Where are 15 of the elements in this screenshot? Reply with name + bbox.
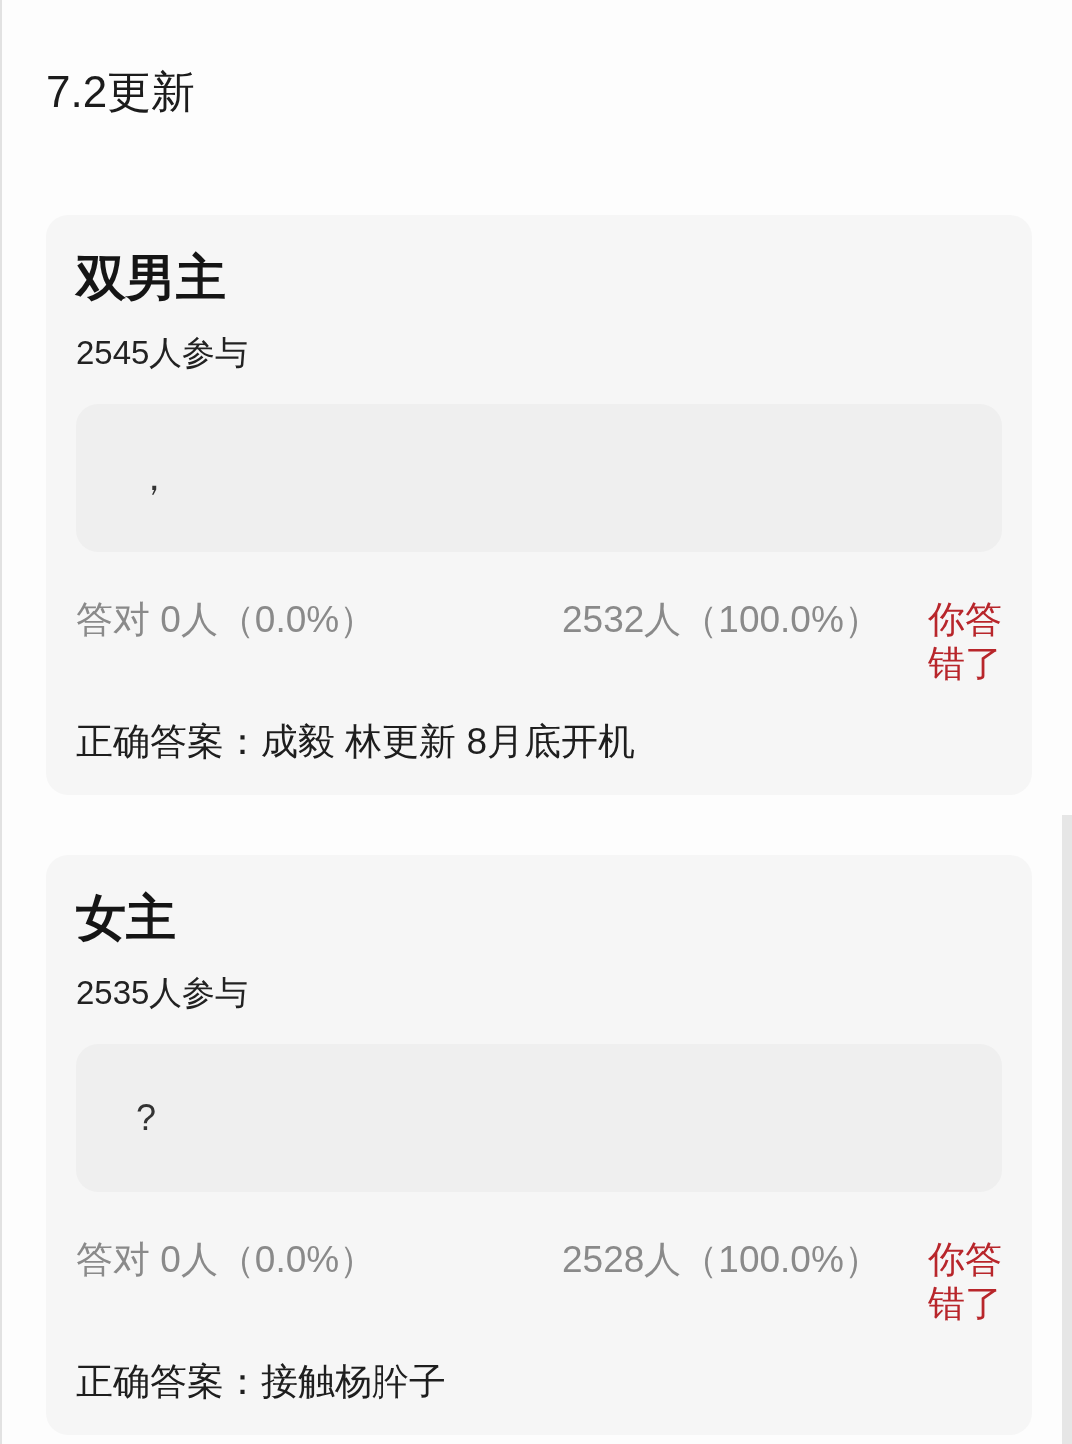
correct-answer: 正确答案：成毅 林更新 8月底开机	[76, 720, 636, 764]
correct-count: 答对 0人（0.0%）	[76, 598, 377, 642]
correct-answer: 正确答案：接触杨肸子	[76, 1360, 446, 1404]
your-answer-text: ，	[136, 456, 172, 500]
result-label: 你答错了	[928, 598, 1002, 686]
participant-count: 2535人参与	[76, 973, 249, 1013]
wrong-count: 2528人（100.0%）	[562, 1238, 881, 1282]
page-title: 7.2更新	[46, 66, 196, 118]
your-answer-text: ?	[136, 1096, 157, 1140]
poll-question: 女主	[76, 889, 176, 947]
participant-count: 2545人参与	[76, 333, 249, 373]
wrong-count: 2532人（100.0%）	[562, 598, 881, 642]
poll-question: 双男主	[76, 249, 226, 307]
correct-count: 答对 0人（0.0%）	[76, 1238, 377, 1282]
result-label: 你答错了	[928, 1238, 1002, 1326]
